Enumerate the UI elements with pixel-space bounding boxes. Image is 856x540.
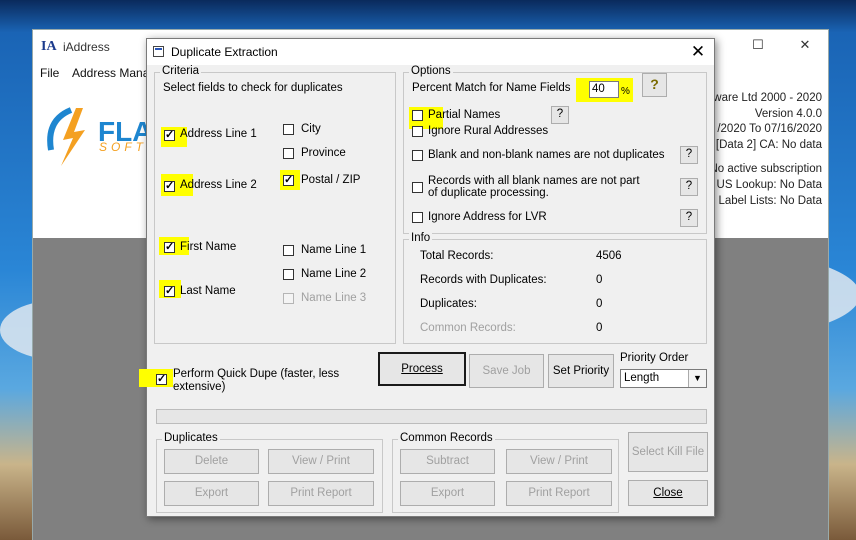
records-with-duplicates-value: 0	[596, 274, 603, 286]
copyright-text: ftware Ltd 2000 - 2020	[706, 92, 822, 104]
blank-nonblank-checkbox[interactable]	[412, 150, 423, 161]
ignore-address-lvr-label: Ignore Address for LVR	[428, 211, 547, 223]
close-icon[interactable]: ✕	[798, 38, 812, 52]
select-kill-file-button[interactable]: Select Kill File	[628, 432, 708, 472]
percent-unit: %	[621, 86, 630, 97]
close-icon[interactable]: ✕	[688, 42, 708, 62]
ignore-rural-checkbox[interactable]	[412, 126, 423, 137]
common-records-group: Common Records Subtract View / Print Exp…	[392, 432, 619, 513]
label-lists-text: S Label Lists: No Data	[707, 195, 822, 207]
percent-match-label: Percent Match for Name Fields	[412, 82, 571, 94]
percent-match-input[interactable]: 40	[589, 81, 619, 98]
duplicates-view-print-button[interactable]: View / Print	[268, 449, 374, 474]
priority-order-value: Length	[624, 372, 660, 384]
common-records-value: 0	[596, 322, 603, 334]
priority-order-label: Priority Order	[620, 352, 689, 364]
save-job-button[interactable]: Save Job	[469, 354, 544, 388]
city-checkbox[interactable]	[283, 124, 294, 135]
set-priority-button[interactable]: Set Priority	[548, 354, 614, 388]
last-name-label: Last Name	[180, 285, 236, 297]
ignore-rural-label: Ignore Rural Addresses	[428, 125, 549, 137]
duplicates-group-label: Duplicates	[162, 432, 220, 444]
priority-order-select[interactable]: Length ▼	[620, 369, 707, 388]
info-label: Info	[409, 232, 433, 244]
address-line-2-label: Address Line 2	[180, 179, 257, 191]
progress-bar	[156, 409, 707, 424]
blank-nonblank-help-button[interactable]: ?	[680, 146, 698, 164]
partial-names-help-button[interactable]: ?	[551, 106, 569, 124]
delete-button[interactable]: Delete	[164, 449, 259, 474]
ignore-address-lvr-checkbox[interactable]	[412, 212, 423, 223]
common-export-button[interactable]: Export	[400, 481, 495, 506]
dialog-title: Duplicate Extraction	[171, 45, 278, 59]
dialog-titlebar: Duplicate Extraction ✕	[147, 39, 714, 65]
quick-dupe-label: Perform Quick Dupe (faster, less extensi…	[173, 368, 340, 393]
options-group: Options Percent Match for Name Fields 40…	[403, 65, 707, 234]
postal-zip-checkbox[interactable]	[283, 173, 294, 186]
us-lookup-text: ) US Lookup: No Data	[709, 179, 822, 191]
criteria-hint: Select fields to check for duplicates	[163, 82, 343, 94]
common-view-print-button[interactable]: View / Print	[506, 449, 612, 474]
address-line-1-label: Address Line 1	[180, 128, 257, 140]
common-records-group-label: Common Records	[398, 432, 495, 444]
duplicates-export-button[interactable]: Export	[164, 481, 259, 506]
date-range-text: /2020 To 07/16/2020	[717, 123, 822, 135]
blank-nonblank-label: Blank and non-blank names are not duplic…	[428, 149, 665, 161]
common-print-report-button[interactable]: Print Report	[506, 481, 612, 506]
duplicates-value: 0	[596, 298, 603, 310]
duplicates-label: Duplicates:	[420, 298, 477, 310]
duplicate-extraction-dialog: Duplicate Extraction ✕ Criteria Select f…	[139, 38, 715, 517]
process-button[interactable]: Process	[378, 352, 466, 386]
subtract-button[interactable]: Subtract	[400, 449, 495, 474]
total-records-value: 4506	[596, 250, 622, 262]
name-line-1-label: Name Line 1	[301, 244, 367, 256]
criteria-group: Criteria Select fields to check for dupl…	[154, 65, 396, 344]
first-name-label: First Name	[180, 241, 237, 253]
info-group: Info Total Records: 4506 Records with Du…	[403, 232, 707, 344]
options-label: Options	[409, 65, 453, 77]
duplicates-group: Duplicates Delete View / Print Export Pr…	[156, 432, 383, 513]
background-app-title: iAddress	[63, 40, 110, 54]
common-records-label: Common Records:	[420, 322, 516, 334]
name-line-2-label: Name Line 2	[301, 268, 367, 280]
menu-file[interactable]: File	[40, 66, 59, 80]
ignore-address-lvr-help-button[interactable]: ?	[680, 209, 698, 227]
all-blank-names-checkbox[interactable]	[412, 182, 423, 193]
name-line-3-label: Name Line 3	[301, 292, 367, 304]
chevron-down-icon: ▼	[688, 370, 706, 387]
duplicates-print-report-button[interactable]: Print Report	[268, 481, 374, 506]
province-checkbox[interactable]	[283, 148, 294, 159]
partial-names-checkbox[interactable]	[412, 110, 423, 121]
address-line-2-checkbox[interactable]	[164, 179, 175, 192]
address-line-1-checkbox[interactable]	[164, 128, 175, 141]
maximize-icon[interactable]: ☐	[751, 38, 765, 52]
total-records-label: Total Records:	[420, 250, 494, 262]
all-blank-names-help-button[interactable]: ?	[680, 178, 698, 196]
window-icon	[153, 46, 164, 57]
help-icon[interactable]: ?	[642, 73, 667, 97]
city-label: City	[301, 123, 321, 135]
last-name-checkbox[interactable]	[164, 284, 175, 297]
postal-zip-label: Postal / ZIP	[301, 174, 361, 186]
name-line-1-checkbox[interactable]	[283, 245, 294, 256]
menu-address-manager[interactable]: Address Mana	[72, 66, 149, 80]
records-with-duplicates-label: Records with Duplicates:	[420, 274, 547, 286]
partial-names-label: Partial Names	[428, 109, 501, 121]
name-line-3-checkbox[interactable]	[283, 293, 294, 304]
criteria-label: Criteria	[160, 65, 202, 77]
province-label: Province	[301, 147, 346, 159]
version-text: Version 4.0.0	[754, 108, 822, 120]
name-line-2-checkbox[interactable]	[283, 269, 294, 280]
first-name-checkbox[interactable]	[164, 240, 175, 253]
all-blank-names-label: Records with all blank names are not par…	[428, 175, 640, 199]
app-logo-icon: IA	[41, 39, 57, 54]
close-button[interactable]: Close	[628, 480, 708, 506]
quick-dupe-checkbox[interactable]	[156, 372, 167, 385]
subscription-text: No active subscription	[709, 163, 823, 175]
data-status-text: [Data 2] CA: No data	[715, 139, 822, 151]
